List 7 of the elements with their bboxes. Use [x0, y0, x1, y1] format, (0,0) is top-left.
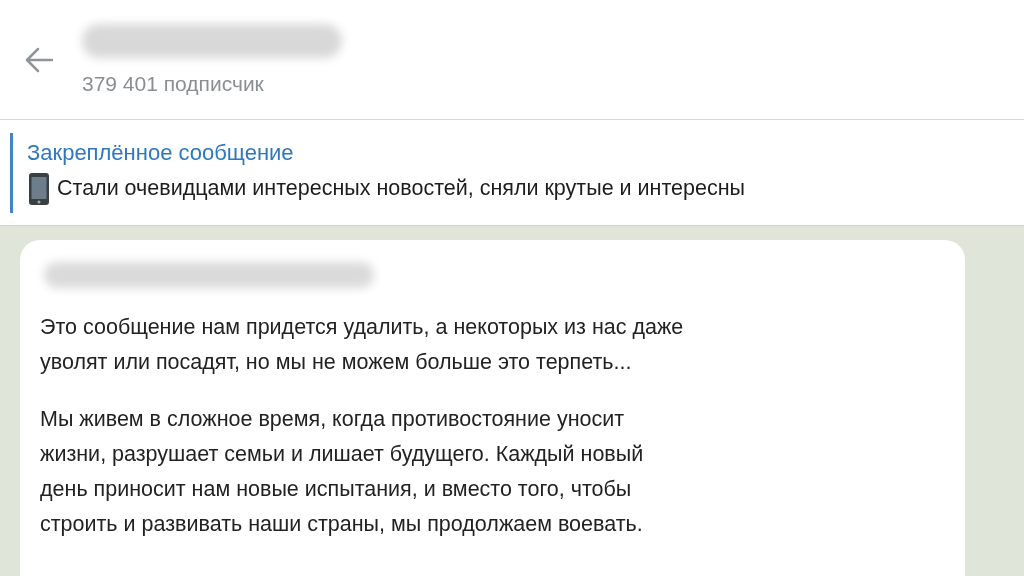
message-paragraph: Мы живем в сложное время, когда противостояние уносит жизни, разрушает семьи и лишает будущего. Каждый новый день приносит нам новые испытания, и вместо того, чтобы строить и развивать наши страны, мы продолжаем воевать. [40, 406, 645, 538]
pinned-text: Стали очевидцами интересных новостей, сняли крутые и интересны [57, 176, 745, 201]
pinned-message-bar[interactable]: Закреплённое сообщение Стали очевидцами интересных новостей, сняли крутые и интересны [0, 120, 1024, 226]
message-paragraph: Это сообщение нам придется удалить, а некоторых из нас даже уволят или посадят, но мы не можем больше это терпеть... [40, 314, 685, 376]
pinned-title: Закреплённое сообщение [27, 139, 295, 166]
mobile-phone-icon [27, 171, 51, 206]
subscriber-count: 379 401 подписчик [82, 71, 265, 96]
